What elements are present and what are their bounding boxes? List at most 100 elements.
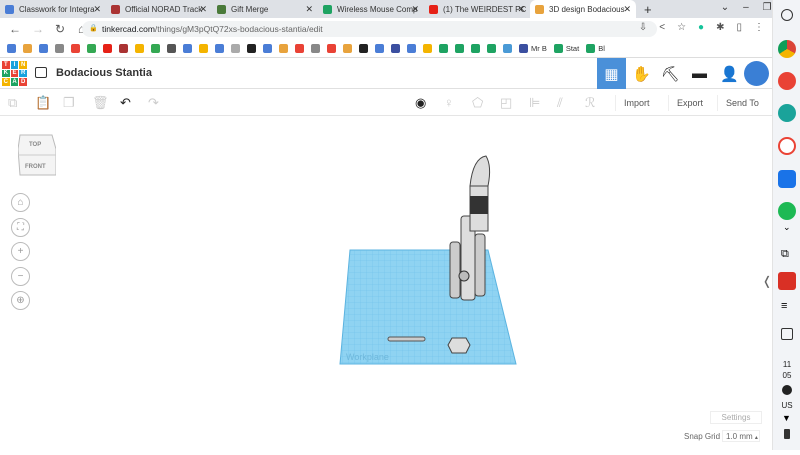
- forward-icon[interactable]: →: [32, 22, 46, 36]
- bookmark-icon[interactable]: [151, 44, 160, 53]
- restore-icon[interactable]: ❐: [763, 2, 772, 13]
- bookmark-icon[interactable]: [343, 44, 352, 53]
- export-button[interactable]: Export: [668, 95, 711, 111]
- bookmark-icon[interactable]: [391, 44, 400, 53]
- circuits-button[interactable]: ⛏: [656, 58, 685, 89]
- home-view-icon[interactable]: ⌂: [11, 193, 30, 212]
- settings-button[interactable]: Settings: [710, 411, 762, 424]
- zoom-in-icon[interactable]: +: [11, 242, 30, 261]
- close-tab-icon[interactable]: ✕: [623, 4, 631, 15]
- browser-tab[interactable]: Wireless Mouse Comp ✕: [318, 0, 424, 18]
- browser-tab[interactable]: Official NORAD Track ✕: [106, 0, 212, 18]
- battery-icon[interactable]: [784, 429, 790, 439]
- mirror-icon[interactable]: ⫽: [557, 95, 563, 111]
- browser-tab[interactable]: (1) The WEIRDEST PC ✕: [424, 0, 530, 18]
- share-icon[interactable]: <: [659, 22, 665, 33]
- shelf-expand-icon[interactable]: ⌄: [783, 222, 791, 233]
- light-bulb-icon[interactable]: ♀: [444, 95, 454, 110]
- url-input[interactable]: 🔒 tinkercad.com/things/gM3pQtQ72xs-bodaci…: [82, 21, 657, 37]
- paint-app-icon[interactable]: [778, 72, 796, 90]
- invite-user-icon[interactable]: 👤: [715, 58, 744, 89]
- gmail-icon[interactable]: [778, 137, 796, 155]
- bookmark-icon[interactable]: [295, 44, 304, 53]
- import-button[interactable]: Import: [615, 95, 658, 111]
- zoom-out-icon[interactable]: −: [11, 267, 30, 286]
- snap-grid-select[interactable]: 1.0 mm ▴: [722, 430, 760, 442]
- bookmark-icon[interactable]: [215, 44, 224, 53]
- collapse-panel-icon[interactable]: ❬: [762, 274, 772, 288]
- bookmark-icon[interactable]: [279, 44, 288, 53]
- viewcube-front[interactable]: FRONT: [25, 164, 46, 170]
- close-tab-icon[interactable]: ✕: [305, 4, 313, 15]
- reload-icon[interactable]: ↻: [55, 22, 69, 36]
- bookmark-icon[interactable]: [503, 44, 512, 53]
- bookmark-icon[interactable]: [247, 44, 256, 53]
- blocks-button[interactable]: ✋: [627, 58, 656, 89]
- input-locale[interactable]: US: [773, 401, 800, 410]
- view-cube[interactable]: TOP FRONT: [17, 131, 57, 177]
- bookmark-icon[interactable]: [119, 44, 128, 53]
- browser-tab[interactable]: Gift Merge ✕: [212, 0, 318, 18]
- clock-minute[interactable]: 05: [773, 371, 800, 380]
- bookmark-icon[interactable]: [359, 44, 368, 53]
- tinkercad-logo[interactable]: TIN KER CAD: [2, 61, 27, 86]
- bookmark-icon[interactable]: [553, 44, 563, 53]
- clock-hour[interactable]: 11: [773, 360, 800, 369]
- bookmark-icon[interactable]: [327, 44, 336, 53]
- close-tab-icon[interactable]: ✕: [411, 4, 419, 15]
- playlist-icon[interactable]: ≡: [781, 300, 787, 312]
- bookmark-icon[interactable]: [231, 44, 240, 53]
- minimize-icon[interactable]: –: [743, 2, 749, 13]
- shape-icon[interactable]: ⬠: [472, 95, 483, 111]
- screen-capture-icon[interactable]: ⧉: [781, 248, 789, 261]
- bookmark-icon[interactable]: [471, 44, 480, 53]
- bookmark-icon[interactable]: [135, 44, 144, 53]
- bookmark-icon[interactable]: [183, 44, 192, 53]
- extensions-icon[interactable]: ✱: [716, 22, 724, 33]
- viewcube-top[interactable]: TOP: [29, 142, 41, 148]
- bookmark-label[interactable]: Stat: [566, 44, 579, 53]
- bookmark-icon[interactable]: [311, 44, 320, 53]
- record-icon[interactable]: [778, 272, 796, 290]
- bookmark-icon[interactable]: [103, 44, 112, 53]
- bookmark-icon[interactable]: [455, 44, 464, 53]
- grammarly-icon[interactable]: ●: [698, 22, 704, 33]
- chrome-icon[interactable]: [778, 40, 796, 58]
- new-tab-button[interactable]: +: [644, 2, 652, 17]
- close-tab-icon[interactable]: ✕: [93, 4, 101, 15]
- duplicate-icon[interactable]: ❐: [63, 95, 75, 111]
- calendar-icon[interactable]: [781, 328, 793, 340]
- bricks-button[interactable]: ▬: [685, 58, 714, 89]
- copy-icon[interactable]: ⧉: [8, 95, 17, 111]
- bookmark-icon[interactable]: [586, 44, 596, 53]
- workplane-canvas[interactable]: Workplane: [0, 116, 772, 450]
- bookmark-icon[interactable]: [55, 44, 64, 53]
- bookmark-icon[interactable]: [487, 44, 496, 53]
- help-icon[interactable]: [782, 385, 792, 395]
- delete-icon[interactable]: 🗑: [92, 95, 109, 111]
- bookmark-icon[interactable]: [407, 44, 416, 53]
- 3d-view-button[interactable]: ▦: [597, 58, 626, 89]
- bookmark-icon[interactable]: [519, 44, 528, 53]
- classroom-app-icon[interactable]: [778, 104, 796, 122]
- design-menu-icon[interactable]: [35, 67, 47, 78]
- ortho-view-icon[interactable]: ⊕: [11, 291, 30, 310]
- design-title[interactable]: Bodacious Stantia: [56, 67, 152, 79]
- tab-search-icon[interactable]: ⌄: [721, 2, 729, 13]
- back-icon[interactable]: ←: [9, 22, 23, 36]
- cruise-icon[interactable]: ℛ: [585, 95, 595, 111]
- fit-view-icon[interactable]: ⛶: [11, 218, 30, 237]
- bookmark-icon[interactable]: [263, 44, 272, 53]
- bookmark-icon[interactable]: [439, 44, 448, 53]
- install-icon[interactable]: ⇩: [639, 22, 647, 33]
- hole-icon[interactable]: ◰: [500, 95, 512, 111]
- bookmark-label[interactable]: Mr B: [531, 44, 547, 53]
- bookmark-label[interactable]: Bl: [598, 44, 605, 53]
- sidepanel-icon[interactable]: ▯: [736, 22, 742, 33]
- align-icon[interactable]: ⊫: [529, 95, 540, 111]
- close-tab-icon[interactable]: ✕: [517, 4, 525, 15]
- redo-icon[interactable]: ↷: [148, 95, 159, 111]
- star-icon[interactable]: ☆: [677, 22, 686, 33]
- bookmark-icon[interactable]: [71, 44, 80, 53]
- launcher-icon[interactable]: [781, 9, 793, 21]
